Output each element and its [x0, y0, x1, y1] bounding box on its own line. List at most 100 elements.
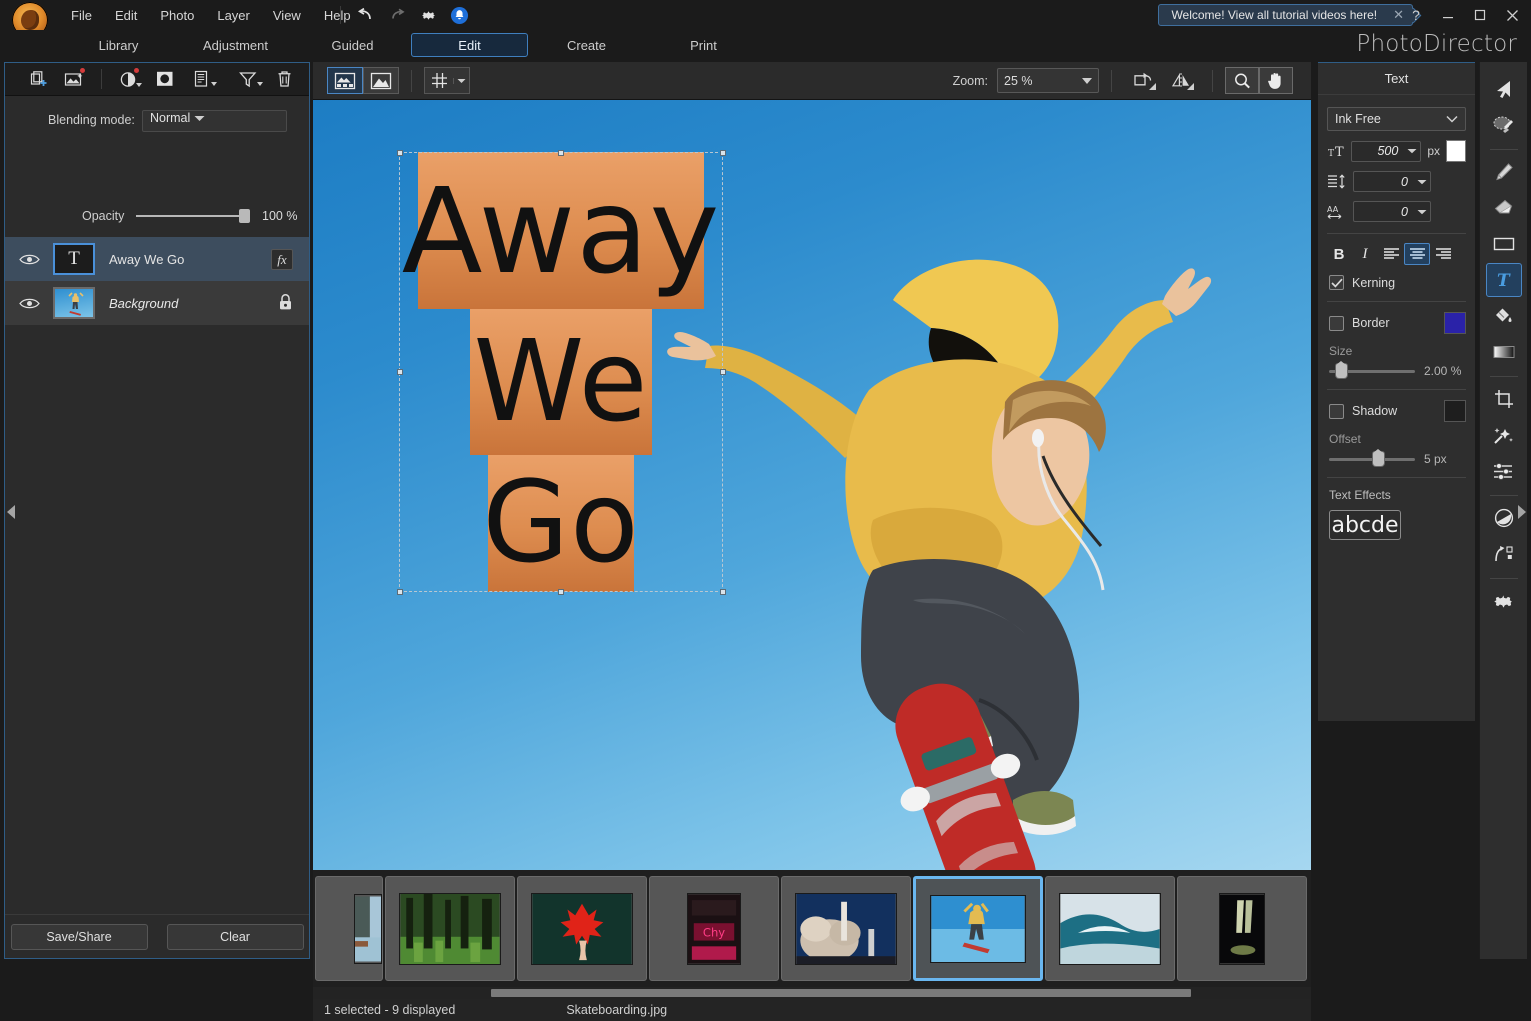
delete-layer-icon[interactable] [272, 67, 297, 91]
collapse-left-panel-button[interactable] [5, 495, 17, 529]
chevron-down-icon[interactable] [1403, 148, 1420, 154]
filmstrip-item-rocket-launch[interactable] [781, 876, 911, 981]
resize-handle-top-center[interactable] [558, 150, 564, 156]
filmstrip-scrollbar[interactable] [313, 987, 1311, 999]
eraser-icon[interactable] [1486, 191, 1522, 225]
shadow-color-swatch[interactable] [1444, 400, 1466, 422]
filmstrip-scrollbar-thumb[interactable] [491, 989, 1191, 997]
flip-icon[interactable] [1162, 67, 1200, 94]
zoom-select[interactable]: 25 % [997, 68, 1099, 93]
shadow-offset-slider[interactable]: 5 px [1329, 452, 1466, 466]
undo-icon[interactable] [354, 3, 378, 27]
menu-file[interactable]: File [60, 3, 103, 28]
close-button[interactable] [1497, 2, 1527, 28]
layer-name[interactable]: Away We Go [109, 252, 184, 267]
shape-rectangle-icon[interactable] [1486, 227, 1522, 261]
layer-lock-icon[interactable] [278, 293, 293, 314]
border-color-swatch[interactable] [1444, 312, 1466, 334]
resize-handle-top-right[interactable] [720, 150, 726, 156]
filmstrip-item-ocean-wave[interactable] [1045, 876, 1175, 981]
chevron-down-icon[interactable] [1413, 179, 1430, 185]
gradient-icon[interactable] [1486, 335, 1522, 369]
font-family-select[interactable]: Ink Free [1327, 107, 1466, 131]
collapse-right-panel-button[interactable] [1516, 495, 1528, 529]
layer-fx-badge[interactable]: fx [271, 249, 293, 270]
menu-layer[interactable]: Layer [206, 3, 261, 28]
tab-guided[interactable]: Guided [294, 33, 411, 57]
redo-icon[interactable] [385, 3, 409, 27]
filmstrip-item-skateboarder[interactable] [913, 876, 1043, 981]
mask-layer-icon[interactable] [152, 67, 177, 91]
add-layer-icon[interactable] [26, 67, 51, 91]
resize-handle-bottom-center[interactable] [558, 589, 564, 595]
shadow-checkbox[interactable] [1329, 404, 1344, 419]
align-center-button[interactable] [1404, 243, 1430, 265]
tab-print[interactable]: Print [645, 33, 762, 57]
line-spacing-input[interactable]: 0 [1353, 171, 1431, 192]
border-size-slider[interactable]: 2.00 % [1329, 364, 1466, 378]
settings-gear-icon[interactable] [1486, 584, 1522, 618]
add-photo-layer-icon[interactable] [62, 67, 87, 91]
magic-selection-brush-icon[interactable] [1486, 108, 1522, 142]
help-button[interactable]: ? [1401, 2, 1431, 28]
resize-handle-bottom-left[interactable] [397, 589, 403, 595]
layer-options-icon[interactable] [189, 67, 214, 91]
filmstrip-item-red-leaf[interactable] [517, 876, 647, 981]
resize-handle-top-left[interactable] [397, 150, 403, 156]
view-single-icon[interactable] [363, 67, 399, 94]
paint-bucket-icon[interactable] [1486, 299, 1522, 333]
align-right-button[interactable] [1430, 243, 1456, 265]
layer-visibility-icon[interactable] [5, 297, 53, 310]
notifications-bell-icon[interactable] [447, 3, 471, 27]
save-share-button[interactable]: Save/Share [11, 924, 148, 950]
tab-adjustment[interactable]: Adjustment [177, 33, 294, 57]
tab-create[interactable]: Create [528, 33, 645, 57]
slider-track[interactable] [1329, 370, 1415, 373]
crop-icon[interactable] [1486, 382, 1522, 416]
welcome-notification[interactable]: Welcome! View all tutorial videos here! … [1158, 4, 1413, 26]
menu-edit[interactable]: Edit [104, 3, 148, 28]
font-size-input[interactable]: 500 [1351, 141, 1421, 162]
menu-view[interactable]: View [262, 3, 312, 28]
chevron-down-icon[interactable] [1413, 209, 1430, 215]
resize-handle-middle-right[interactable] [720, 369, 726, 375]
letter-spacing-input[interactable]: 0 [1353, 201, 1431, 222]
blending-mode-select[interactable]: Normal [142, 110, 287, 132]
text-color-swatch[interactable] [1446, 140, 1466, 162]
settings-gear-icon[interactable] [416, 3, 440, 27]
menu-photo[interactable]: Photo [149, 3, 205, 28]
layer-row-text[interactable]: T Away We Go fx [5, 237, 309, 281]
slider-knob[interactable] [1336, 364, 1347, 378]
minimize-button[interactable] [1433, 2, 1463, 28]
filmstrip-item-dark-stairs[interactable] [1177, 876, 1307, 981]
adjustment-layer-icon[interactable] [116, 67, 141, 91]
pencil-icon[interactable] [1486, 155, 1522, 189]
view-compare-icon[interactable] [327, 67, 363, 94]
resize-handle-bottom-right[interactable] [720, 589, 726, 595]
italic-button[interactable]: I [1352, 243, 1378, 265]
select-arrow-icon[interactable] [1486, 72, 1522, 106]
text-effect-preset[interactable]: abcde [1329, 510, 1401, 540]
kerning-checkbox[interactable]: Kerning [1329, 275, 1475, 290]
transform-icon[interactable] [1486, 537, 1522, 571]
bold-button[interactable]: B [1326, 243, 1352, 265]
filter-icon[interactable] [236, 67, 261, 91]
checkbox-box[interactable] [1329, 275, 1344, 290]
chevron-down-icon[interactable] [453, 78, 469, 84]
hand-icon[interactable] [1259, 67, 1293, 94]
filmstrip-item-forest[interactable] [385, 876, 515, 981]
slider-knob[interactable] [1373, 452, 1384, 466]
filmstrip-item-beach-cliff[interactable] [315, 876, 383, 981]
layer-visibility-icon[interactable] [5, 253, 53, 266]
text-tool-icon[interactable]: T [1486, 263, 1522, 297]
filmstrip-item-neon-storefront[interactable]: Chy [649, 876, 779, 981]
layer-row-background[interactable]: Background [5, 281, 309, 325]
adjustment-sliders-icon[interactable] [1486, 454, 1522, 488]
rotate-icon[interactable] [1124, 67, 1162, 94]
image-canvas[interactable]: Away We Go [313, 100, 1311, 870]
clear-button[interactable]: Clear [167, 924, 304, 950]
resize-handle-middle-left[interactable] [397, 369, 403, 375]
magic-wand-icon[interactable] [1486, 418, 1522, 452]
text-selection-box[interactable] [399, 152, 723, 592]
filmstrip[interactable]: Chy [313, 870, 1311, 987]
